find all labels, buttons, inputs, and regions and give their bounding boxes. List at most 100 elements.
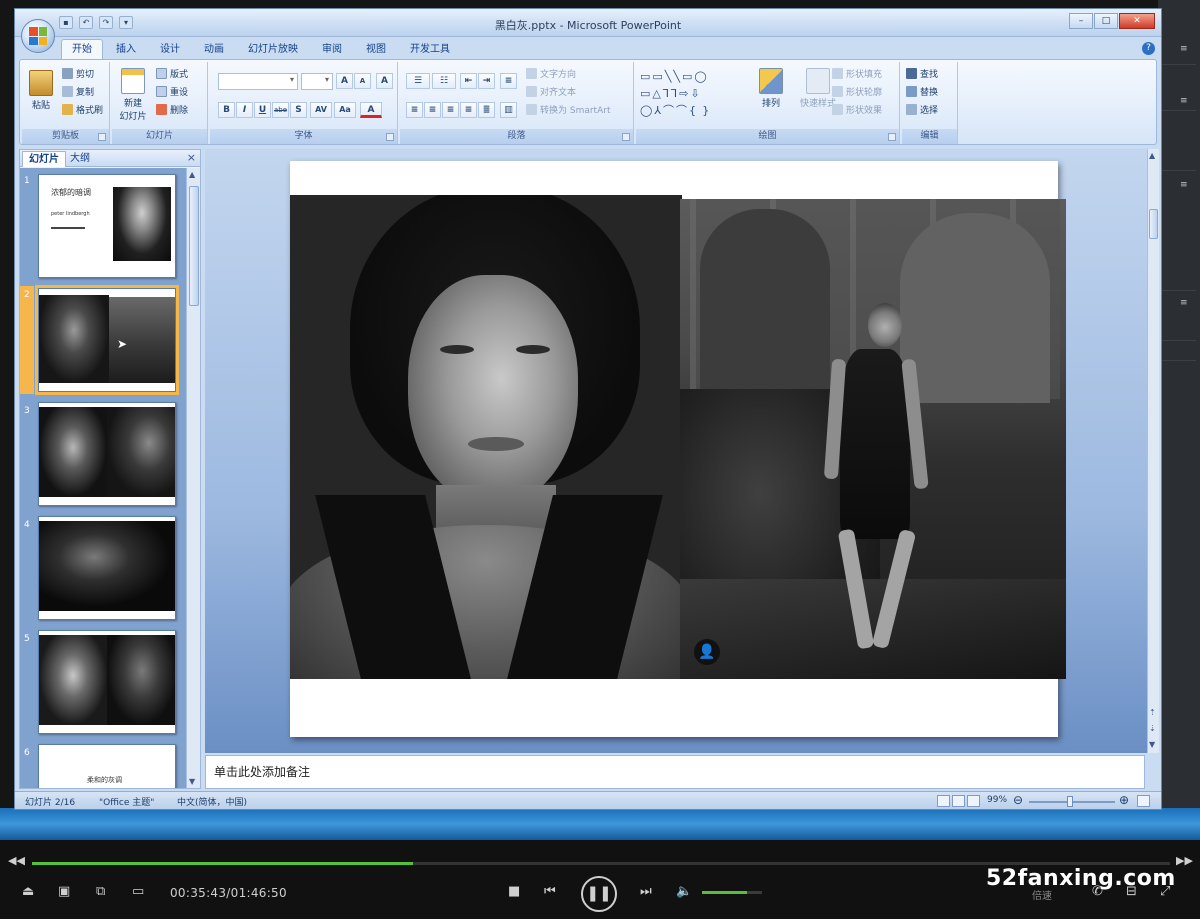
language-indicator[interactable]: 中文(简体，中国) [177, 795, 247, 808]
shrink-font-button[interactable]: A [354, 73, 371, 89]
layout-button[interactable]: 版式 [156, 68, 188, 83]
font-color-button[interactable]: A [360, 102, 382, 118]
delete-slide-button[interactable]: 删除 [156, 104, 188, 119]
portrait-photo[interactable] [290, 195, 682, 679]
tab-slideshow[interactable]: 幻灯片放映 [237, 39, 309, 59]
paste-button[interactable]: 粘贴 [24, 70, 58, 111]
scroll-down-icon[interactable]: ▼ [189, 777, 195, 786]
increase-indent-button[interactable]: ⇥ [478, 73, 495, 89]
scroll-thumb[interactable] [189, 186, 199, 306]
columns-button[interactable]: ▥ [500, 102, 517, 118]
zoom-slider-thumb[interactable] [1067, 796, 1073, 807]
scroll-thumb[interactable] [1149, 209, 1158, 239]
person-icon[interactable]: 👤 [694, 639, 720, 665]
char-spacing-button[interactable]: AV [310, 102, 332, 118]
sorter-view-icon[interactable] [952, 795, 965, 807]
tab-home[interactable]: 开始 [61, 39, 103, 59]
scroll-up-icon[interactable]: ▲ [1149, 151, 1155, 160]
tab-design[interactable]: 设计 [149, 39, 191, 59]
previous-slide-icon[interactable]: ⇡ [1149, 708, 1156, 717]
slide-scrollbar[interactable]: ▲ ⇡ ⇣ ▼ [1147, 149, 1159, 753]
shape-effects-button[interactable]: 形状效果 [832, 104, 882, 119]
text-direction-button[interactable]: 文字方向 [526, 68, 576, 83]
subtitle-icon[interactable]: ▣ [58, 884, 70, 899]
tab-animations[interactable]: 动画 [193, 39, 235, 59]
cut-button[interactable]: 剪切 [62, 68, 94, 83]
fit-window-icon[interactable] [1137, 795, 1150, 807]
slide-thumbnail-5[interactable] [38, 630, 176, 734]
tab-review[interactable]: 审阅 [311, 39, 353, 59]
minimize-button[interactable]: – [1069, 13, 1093, 29]
numbering-button[interactable]: ☷ [432, 73, 456, 89]
underline-button[interactable]: U [254, 102, 271, 118]
eject-icon[interactable]: ⏏ [22, 884, 34, 899]
slideshow-view-icon[interactable] [967, 795, 980, 807]
tab-developer[interactable]: 开发工具 [399, 39, 461, 59]
distribute-button[interactable]: ≣ [478, 102, 495, 118]
justify-button[interactable]: ≡ [460, 102, 477, 118]
reset-button[interactable]: 重设 [156, 86, 188, 101]
align-text-button[interactable]: 对齐文本 [526, 86, 576, 101]
smartart-button[interactable]: 转换为 SmartArt [526, 104, 610, 119]
grow-font-button[interactable]: A [336, 73, 353, 89]
next-slide-icon[interactable]: ⇣ [1149, 724, 1156, 733]
previous-icon[interactable]: ⏮ [544, 884, 556, 899]
progress-bar[interactable] [32, 862, 1170, 865]
find-button[interactable]: 查找 [906, 68, 938, 83]
dialog-launcher-icon[interactable] [622, 133, 630, 141]
align-right-button[interactable]: ≡ [442, 102, 459, 118]
volume-slider[interactable] [702, 891, 762, 894]
help-icon[interactable]: ? [1142, 42, 1155, 55]
thumbnail-scrollbar[interactable]: ▲ ▼ [186, 168, 200, 788]
clear-format-button[interactable]: A [376, 73, 393, 89]
arrange-button[interactable]: 排列 [754, 68, 788, 109]
align-center-button[interactable]: ≡ [424, 102, 441, 118]
window-icon[interactable]: ⧉ [96, 884, 105, 899]
shape-outline-button[interactable]: 形状轮廓 [832, 86, 882, 101]
close-panel-icon[interactable]: × [187, 151, 196, 164]
office-button[interactable] [21, 19, 55, 53]
next-icon[interactable]: ⏭ [640, 884, 652, 899]
tab-outline[interactable]: 大纲 [64, 151, 96, 167]
scroll-down-icon[interactable]: ▼ [1149, 740, 1155, 749]
fast-forward-icon[interactable]: ▶▶ [1176, 854, 1193, 867]
select-button[interactable]: 选择 [906, 104, 938, 119]
rewind-icon[interactable]: ◀◀ [8, 854, 25, 867]
format-painter-button[interactable]: 格式刷 [62, 104, 103, 119]
new-slide-button[interactable]: 新建 幻灯片 [114, 68, 152, 122]
bullets-button[interactable]: ☰ [406, 73, 430, 89]
fashion-photo[interactable]: 👤 [680, 199, 1066, 679]
strikethrough-button[interactable]: abe [272, 102, 289, 118]
shadow-button[interactable]: S [290, 102, 307, 118]
zoom-out-icon[interactable]: ⊖ [1013, 793, 1023, 807]
theme-name[interactable]: "Office 主题" [99, 795, 154, 808]
change-case-button[interactable]: Aa [334, 102, 356, 118]
slide-thumbnail-6[interactable]: 柔和的灰调 [38, 744, 176, 788]
stop-icon[interactable]: ■ [508, 884, 520, 899]
slide-thumbnail-3[interactable] [38, 402, 176, 506]
decrease-indent-button[interactable]: ⇤ [460, 73, 477, 89]
bold-button[interactable]: B [218, 102, 235, 118]
shape-fill-button[interactable]: 形状填充 [832, 68, 882, 83]
italic-button[interactable]: I [236, 102, 253, 118]
maximize-button[interactable]: □ [1094, 13, 1118, 29]
shapes-gallery[interactable]: ▭▭╲╲▭◯ ▭△⅂⅂⇨⇩ ◯⅄⌒⌒{ } [640, 68, 744, 124]
close-button[interactable]: ✕ [1119, 13, 1155, 29]
font-name-combo[interactable] [218, 73, 298, 90]
dialog-launcher-icon[interactable] [98, 133, 106, 141]
align-left-button[interactable]: ≡ [406, 102, 423, 118]
normal-view-icon[interactable] [937, 795, 950, 807]
volume-icon[interactable]: 🔈 [676, 884, 692, 899]
zoom-in-icon[interactable]: ⊕ [1119, 793, 1129, 807]
tab-view[interactable]: 视图 [355, 39, 397, 59]
current-slide[interactable]: 👤 [290, 161, 1066, 737]
zoom-level[interactable]: 99% [987, 795, 1007, 805]
slide-thumbnail-1[interactable]: 浓郁的暗调 peter lindbergh [38, 174, 176, 278]
notes-pane[interactable]: 单击此处添加备注 [205, 755, 1145, 789]
replace-button[interactable]: 替换 [906, 86, 938, 101]
pause-button[interactable]: ❚❚ [581, 876, 617, 912]
slide-thumbnail-4[interactable] [38, 516, 176, 620]
font-size-combo[interactable] [301, 73, 333, 90]
scroll-up-icon[interactable]: ▲ [189, 170, 195, 179]
tab-slides[interactable]: 幻灯片 [22, 151, 66, 167]
